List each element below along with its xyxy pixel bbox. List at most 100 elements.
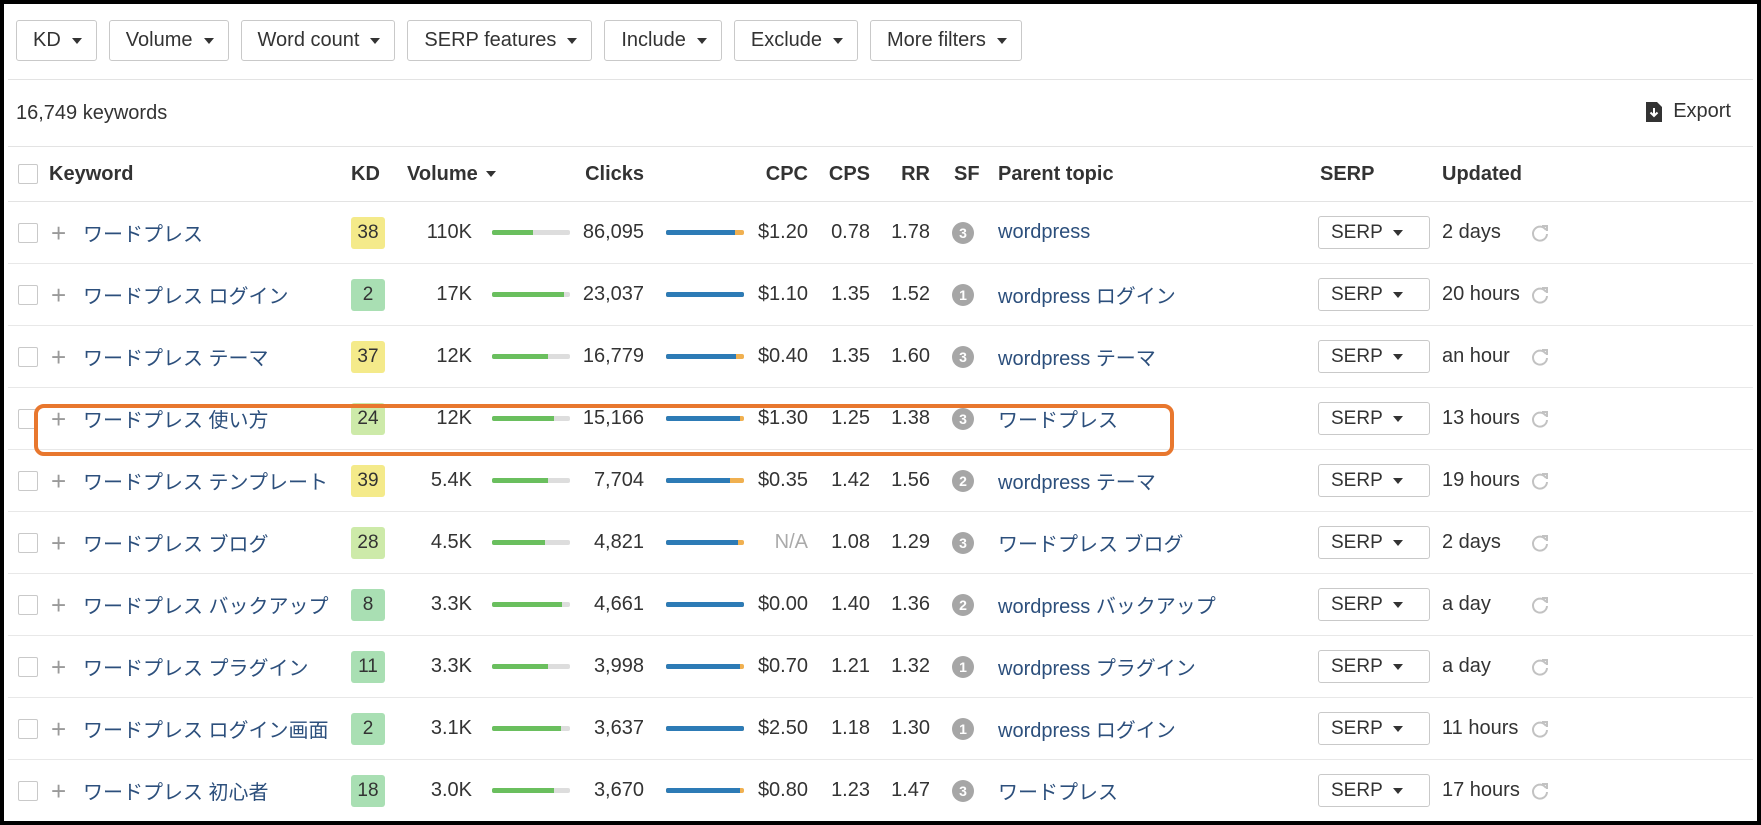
plus-icon[interactable]: + <box>51 592 66 618</box>
serp-cell[interactable]: SERP <box>1318 636 1430 697</box>
serp-dropdown[interactable]: SERP <box>1318 278 1430 311</box>
serp-cell[interactable]: SERP <box>1318 760 1430 821</box>
row-checkbox[interactable] <box>18 780 38 801</box>
serp-cell[interactable]: SERP <box>1318 388 1430 449</box>
row-checkbox-cell[interactable] <box>18 636 38 697</box>
add-keyword-cell[interactable]: + <box>51 512 66 573</box>
serp-features-badge[interactable]: 1 <box>952 655 974 678</box>
parent-topic-link[interactable]: wordpress <box>998 202 1090 263</box>
serp-features-badge[interactable]: 1 <box>952 283 974 306</box>
row-checkbox[interactable] <box>18 718 38 739</box>
refresh-icon[interactable] <box>1530 409 1550 429</box>
col-rr[interactable]: RR <box>882 147 930 201</box>
parent-topic-link[interactable]: ワードプレス ブログ <box>998 512 1184 573</box>
refresh-icon[interactable] <box>1530 347 1550 367</box>
row-checkbox[interactable] <box>18 594 38 615</box>
keyword-link[interactable]: ワードプレス ログイン画面 <box>83 698 329 759</box>
filter-volume-button[interactable]: Volume <box>108 20 229 61</box>
row-checkbox-cell[interactable] <box>18 574 38 635</box>
filter-serp-features-button[interactable]: SERP features <box>407 20 593 61</box>
col-kd[interactable]: KD <box>351 147 380 201</box>
refresh-cell[interactable] <box>1530 264 1550 325</box>
plus-icon[interactable]: + <box>51 530 66 556</box>
col-cps[interactable]: CPS <box>818 147 870 201</box>
serp-cell[interactable]: SERP <box>1318 574 1430 635</box>
sf-cell[interactable]: 3 <box>952 326 974 387</box>
keyword-link[interactable]: ワードプレス 使い方 <box>83 388 269 449</box>
refresh-icon[interactable] <box>1530 285 1550 305</box>
add-keyword-cell[interactable]: + <box>51 388 66 449</box>
refresh-cell[interactable] <box>1530 698 1550 759</box>
refresh-cell[interactable] <box>1530 574 1550 635</box>
row-checkbox-cell[interactable] <box>18 264 38 325</box>
filter-more-filters-button[interactable]: More filters <box>870 20 1022 61</box>
col-keyword[interactable]: Keyword <box>49 147 133 201</box>
refresh-icon[interactable] <box>1530 533 1550 553</box>
serp-cell[interactable]: SERP <box>1318 326 1430 387</box>
row-checkbox[interactable] <box>18 222 38 243</box>
add-keyword-cell[interactable]: + <box>51 636 66 697</box>
serp-dropdown[interactable]: SERP <box>1318 340 1430 373</box>
select-all-checkbox-cell[interactable] <box>18 147 38 201</box>
serp-cell[interactable]: SERP <box>1318 264 1430 325</box>
keyword-link[interactable]: ワードプレス ブログ <box>83 512 269 573</box>
serp-cell[interactable]: SERP <box>1318 698 1430 759</box>
plus-icon[interactable]: + <box>51 282 66 308</box>
serp-dropdown[interactable]: SERP <box>1318 526 1430 559</box>
col-sf[interactable]: SF <box>954 147 980 201</box>
serp-dropdown[interactable]: SERP <box>1318 402 1430 435</box>
row-checkbox-cell[interactable] <box>18 512 38 573</box>
serp-dropdown[interactable]: SERP <box>1318 216 1430 249</box>
serp-features-badge[interactable]: 3 <box>952 531 974 554</box>
serp-cell[interactable]: SERP <box>1318 512 1430 573</box>
keyword-link[interactable]: ワードプレス <box>83 202 203 263</box>
sf-cell[interactable]: 1 <box>952 698 974 759</box>
row-checkbox[interactable] <box>18 408 38 429</box>
refresh-icon[interactable] <box>1530 471 1550 491</box>
add-keyword-cell[interactable]: + <box>51 698 66 759</box>
serp-dropdown[interactable]: SERP <box>1318 464 1430 497</box>
export-button[interactable]: Export <box>1645 100 1731 123</box>
sf-cell[interactable]: 1 <box>952 636 974 697</box>
serp-dropdown[interactable]: SERP <box>1318 650 1430 683</box>
row-checkbox[interactable] <box>18 532 38 553</box>
parent-topic-link[interactable]: wordpress テーマ <box>998 450 1156 511</box>
keyword-link[interactable]: ワードプレス テーマ <box>83 326 269 387</box>
plus-icon[interactable]: + <box>51 778 66 804</box>
parent-topic-link[interactable]: ワードプレス <box>998 760 1118 821</box>
row-checkbox[interactable] <box>18 656 38 677</box>
sf-cell[interactable]: 2 <box>952 574 974 635</box>
sf-cell[interactable]: 3 <box>952 202 974 263</box>
add-keyword-cell[interactable]: + <box>51 202 66 263</box>
filter-kd-button[interactable]: KD <box>16 20 97 61</box>
add-keyword-cell[interactable]: + <box>51 326 66 387</box>
plus-icon[interactable]: + <box>51 406 66 432</box>
parent-topic-link[interactable]: wordpress バックアップ <box>998 574 1216 635</box>
sf-cell[interactable]: 3 <box>952 512 974 573</box>
row-checkbox-cell[interactable] <box>18 388 38 449</box>
refresh-cell[interactable] <box>1530 450 1550 511</box>
refresh-icon[interactable] <box>1530 595 1550 615</box>
serp-features-badge[interactable]: 3 <box>952 407 974 430</box>
keyword-link[interactable]: ワードプレス バックアップ <box>83 574 329 635</box>
col-parent-topic[interactable]: Parent topic <box>998 147 1114 201</box>
col-updated[interactable]: Updated <box>1442 147 1522 201</box>
row-checkbox-cell[interactable] <box>18 698 38 759</box>
refresh-icon[interactable] <box>1530 223 1550 243</box>
refresh-cell[interactable] <box>1530 760 1550 821</box>
filter-exclude-button[interactable]: Exclude <box>733 20 859 61</box>
row-checkbox-cell[interactable] <box>18 326 38 387</box>
serp-dropdown[interactable]: SERP <box>1318 774 1430 807</box>
refresh-cell[interactable] <box>1530 636 1550 697</box>
row-checkbox-cell[interactable] <box>18 202 38 263</box>
col-cpc[interactable]: CPC <box>748 147 808 201</box>
refresh-cell[interactable] <box>1530 202 1550 263</box>
add-keyword-cell[interactable]: + <box>51 450 66 511</box>
refresh-icon[interactable] <box>1530 657 1550 677</box>
sf-cell[interactable]: 1 <box>952 264 974 325</box>
plus-icon[interactable]: + <box>51 220 66 246</box>
add-keyword-cell[interactable]: + <box>51 574 66 635</box>
serp-dropdown[interactable]: SERP <box>1318 712 1430 745</box>
plus-icon[interactable]: + <box>51 468 66 494</box>
filter-include-button[interactable]: Include <box>604 20 722 61</box>
